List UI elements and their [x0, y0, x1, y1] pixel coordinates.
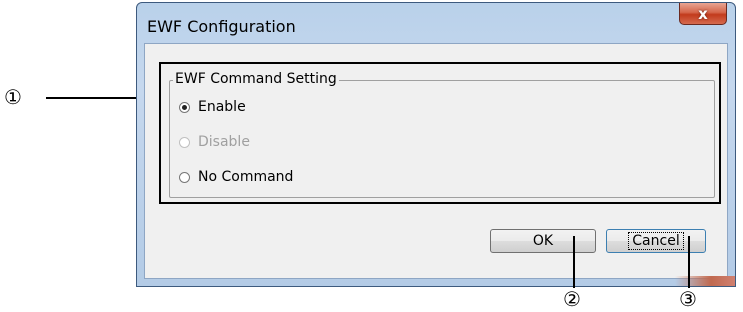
cancel-button-label: Cancel	[628, 232, 684, 250]
radio-button-icon	[179, 136, 190, 148]
group-legend: EWF Command Setting	[173, 71, 339, 87]
ewf-configuration-dialog: EWF Configuration x EWF Command Setting …	[136, 2, 736, 287]
callout-2: ②	[563, 287, 581, 311]
callout-3-line	[688, 236, 690, 288]
resize-corner	[675, 276, 735, 286]
close-icon: x	[698, 4, 708, 23]
ok-button-label: OK	[532, 233, 554, 249]
callout-2-line	[573, 236, 575, 288]
radio-disable: Disable	[179, 134, 250, 150]
radio-enable-label: Enable	[198, 99, 246, 115]
radio-no-command-label: No Command	[198, 169, 294, 185]
close-button[interactable]: x	[679, 3, 727, 25]
radio-button-icon[interactable]	[179, 171, 190, 183]
dialog-client-area: EWF Command Setting Enable Disable No Co…	[144, 43, 728, 279]
callout-1: ①	[4, 85, 22, 109]
ok-button[interactable]: OK	[490, 229, 596, 253]
radio-disable-label: Disable	[198, 134, 250, 150]
callout-3: ③	[679, 287, 697, 311]
radio-no-command[interactable]: No Command	[179, 169, 293, 185]
window-title: EWF Configuration	[147, 17, 296, 36]
radio-button-icon[interactable]	[179, 101, 190, 113]
cancel-button[interactable]: Cancel	[606, 229, 706, 253]
radio-enable[interactable]: Enable	[179, 99, 246, 115]
